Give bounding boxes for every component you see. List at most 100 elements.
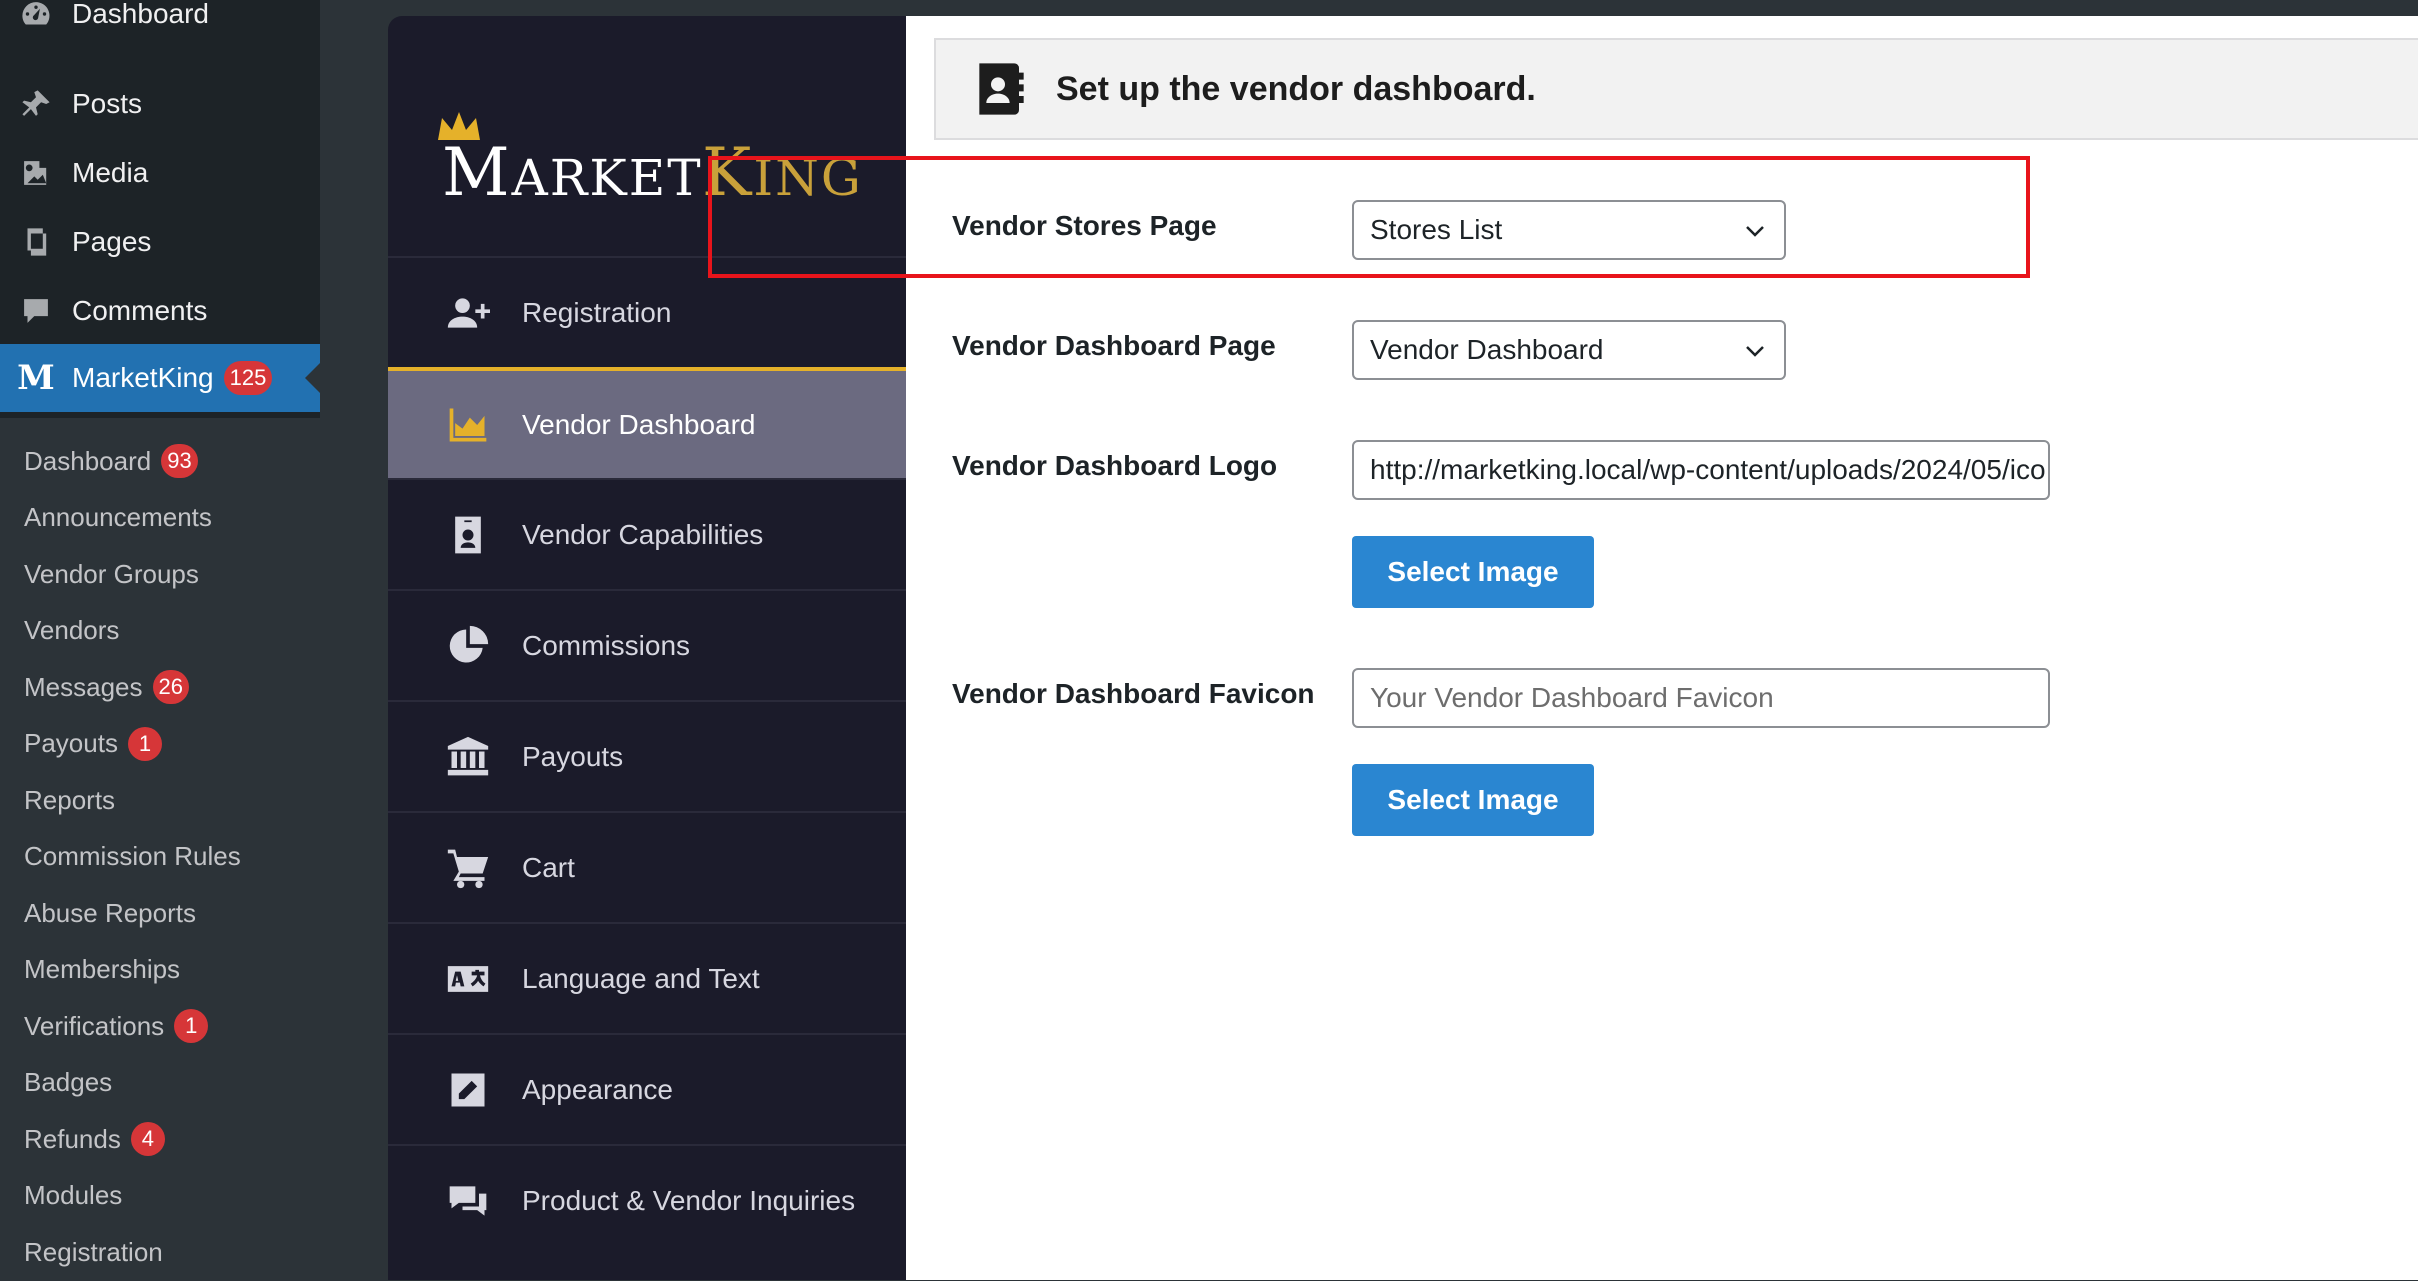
chevron-down-icon	[1746, 226, 1764, 237]
submenu-payouts[interactable]: Payouts 1	[0, 716, 320, 773]
tab-vendor-capabilities[interactable]: Vendor Capabilities	[388, 478, 906, 589]
settings-tabs: Registration Vendor Dashboard Vendor Cap…	[388, 256, 906, 1255]
submenu-announcements[interactable]: Announcements	[0, 490, 320, 547]
area-chart-icon	[438, 400, 498, 450]
chevron-down-icon	[1746, 346, 1764, 357]
wp-menu-label: Comments	[72, 295, 208, 326]
wp-menu-comments[interactable]: Comments	[0, 277, 320, 345]
dashboard-page-label: Vendor Dashboard Page	[952, 330, 1276, 361]
bank-icon	[438, 732, 498, 782]
marketking-submenu: Dashboard 93 Announcements Vendor Groups …	[0, 418, 320, 1280]
input-placeholder: Your Vendor Dashboard Favicon	[1370, 682, 1774, 713]
tab-label: Commissions	[522, 629, 691, 661]
logo-king: KING	[702, 134, 863, 211]
submenu-registration[interactable]: Registration	[0, 1224, 320, 1281]
submenu-label: Messages	[24, 671, 143, 702]
tab-label: Vendor Capabilities	[522, 518, 764, 550]
edit-icon	[438, 1065, 498, 1115]
pages-icon	[17, 223, 55, 261]
select-logo-image-button[interactable]: Select Image	[1352, 536, 1594, 608]
count-badge: 93	[161, 444, 198, 479]
stores-page-select[interactable]: Stores List	[1352, 200, 1786, 260]
dashboard-logo-label: Vendor Dashboard Logo	[952, 450, 1278, 481]
wp-menu-label: Pages	[72, 226, 152, 257]
wp-menu-label: Media	[72, 157, 149, 188]
submenu-label: Vendor Groups	[24, 558, 199, 589]
wp-menu-label: MarketKing	[72, 362, 214, 393]
submenu-verifications[interactable]: Verifications 1	[0, 998, 320, 1055]
wp-menu-posts[interactable]: Posts	[0, 70, 320, 138]
language-icon	[438, 954, 498, 1004]
tab-vendor-dashboard[interactable]: Vendor Dashboard	[388, 367, 906, 478]
submenu-memberships[interactable]: Memberships	[0, 942, 320, 999]
tab-label: Appearance	[522, 1073, 674, 1105]
tab-registration[interactable]: Registration	[388, 256, 906, 367]
select-favicon-image-button[interactable]: Select Image	[1352, 764, 1594, 836]
submenu-modules[interactable]: Modules	[0, 1168, 320, 1225]
submenu-commission-rules[interactable]: Commission Rules	[0, 829, 320, 886]
wp-menu-dashboard[interactable]: Dashboard	[0, 0, 320, 48]
tab-label: Language and Text	[522, 962, 760, 994]
tab-appearance[interactable]: Appearance	[388, 1033, 906, 1144]
tab-label: Payouts	[522, 740, 624, 772]
section-header: Set up the vendor dashboard.	[934, 38, 2418, 140]
tab-label: Cart	[522, 851, 575, 883]
dashboard-logo-input[interactable]: http://marketking.local/wp-content/uploa…	[1352, 440, 2050, 500]
count-badge: 26	[152, 670, 189, 705]
submenu-vendors[interactable]: Vendors	[0, 603, 320, 660]
tab-payouts[interactable]: Payouts	[388, 700, 906, 811]
pin-icon	[17, 85, 55, 123]
pie-chart-icon	[438, 621, 498, 671]
submenu-refunds[interactable]: Refunds 4	[0, 1111, 320, 1168]
marketking-settings-nav: MARKET KING Registration Vendor Dashboar…	[388, 16, 906, 1280]
stores-page-label: Vendor Stores Page	[952, 210, 1217, 241]
dashboard-icon	[17, 0, 55, 33]
submenu-abuse-reports[interactable]: Abuse Reports	[0, 885, 320, 942]
id-badge-icon	[438, 510, 498, 560]
wp-menu-media[interactable]: Media	[0, 139, 320, 207]
submenu-label: Vendors	[24, 615, 120, 646]
submenu-badges[interactable]: Badges	[0, 1055, 320, 1112]
tab-language-and-text[interactable]: Language and Text	[388, 922, 906, 1033]
tab-label: Product & Vendor Inquiries	[522, 1184, 856, 1216]
tab-label: Vendor Dashboard	[522, 408, 756, 440]
cart-icon	[438, 843, 498, 893]
comment-icon	[17, 292, 55, 330]
logo-king-initial: K	[702, 134, 754, 211]
submenu-label: Announcements	[24, 502, 212, 533]
wp-menu-marketking[interactable]: M MarketKing 125	[0, 344, 320, 412]
submenu-label: Dashboard	[24, 445, 152, 476]
wp-menu-label: Posts	[72, 88, 143, 119]
logo-market: MARKET	[442, 134, 703, 211]
submenu-vendor-groups[interactable]: Vendor Groups	[0, 546, 320, 603]
tab-product-vendor-inquiries[interactable]: Product & Vendor Inquiries	[388, 1144, 906, 1255]
dashboard-favicon-label: Vendor Dashboard Favicon	[952, 678, 1315, 709]
section-title: Set up the vendor dashboard.	[1056, 69, 1536, 108]
select-value: Vendor Dashboard	[1370, 334, 1604, 365]
wp-admin-menu: Dashboard Posts Media Pages Comments M M…	[0, 0, 320, 1280]
contact-book-icon	[979, 63, 1024, 115]
submenu-label: Payouts	[24, 728, 118, 759]
submenu-dashboard[interactable]: Dashboard 93	[0, 433, 320, 490]
comments-icon	[438, 1176, 498, 1226]
settings-content: Set up the vendor dashboard. Vendor Stor…	[906, 16, 2418, 1280]
dashboard-page-select[interactable]: Vendor Dashboard	[1352, 320, 1786, 380]
submenu-label: Reports	[24, 784, 116, 815]
submenu-label: Badges	[24, 1067, 113, 1098]
wp-menu-pages[interactable]: Pages	[0, 208, 320, 276]
tab-label: Registration	[522, 296, 672, 328]
submenu-label: Abuse Reports	[24, 897, 196, 928]
marketking-icon: M	[17, 358, 55, 398]
dashboard-favicon-input[interactable]: Your Vendor Dashboard Favicon	[1352, 668, 2050, 728]
submenu-reports[interactable]: Reports	[0, 772, 320, 829]
select-value: Stores List	[1370, 214, 1503, 245]
tab-commissions[interactable]: Commissions	[388, 589, 906, 700]
current-menu-arrow	[305, 363, 320, 393]
count-badge: 1	[174, 1009, 209, 1044]
input-value: http://marketking.local/wp-content/uploa…	[1370, 454, 2046, 485]
user-plus-icon	[438, 288, 498, 338]
tab-cart[interactable]: Cart	[388, 811, 906, 922]
submenu-messages[interactable]: Messages 26	[0, 659, 320, 716]
submenu-label: Refunds	[24, 1123, 121, 1154]
logo-king-rest: ING	[753, 149, 863, 207]
